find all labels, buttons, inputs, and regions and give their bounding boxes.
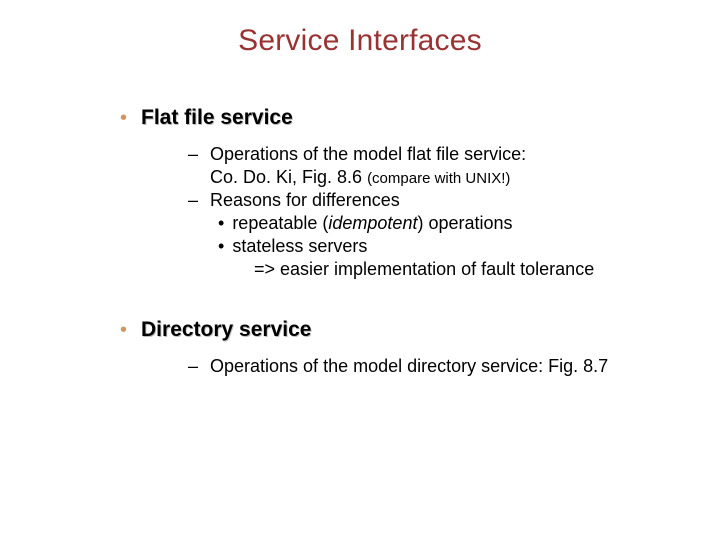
bullet-icon: • bbox=[218, 236, 224, 257]
bullet-icon: • bbox=[218, 213, 224, 234]
section-1-heading-row: • Flat file service bbox=[120, 106, 720, 130]
section-1-item-2: – Reasons for differences bbox=[188, 190, 720, 211]
section-2-heading-row: • Directory service bbox=[120, 318, 720, 342]
dash-icon: – bbox=[188, 356, 202, 377]
dash-icon: – bbox=[188, 190, 202, 211]
sub1-suffix: ) operations bbox=[417, 213, 512, 233]
bullet-icon: • bbox=[120, 320, 127, 340]
dash-icon: – bbox=[188, 144, 202, 165]
section-1-item-1: – Operations of the model flat file serv… bbox=[188, 144, 720, 165]
section-1-item-1-cont: Co. Do. Ki, Fig. 8.6 (compare with UNIX!… bbox=[210, 167, 720, 188]
section-2-heading: Directory service bbox=[141, 318, 311, 342]
slide-content: • Flat file service – Operations of the … bbox=[0, 58, 720, 377]
section-1-item-1-text: Operations of the model flat file servic… bbox=[210, 144, 526, 165]
cont-main: Co. Do. Ki, Fig. 8.6 bbox=[210, 167, 367, 187]
section-1-item-2-text: Reasons for differences bbox=[210, 190, 400, 211]
bullet-icon: • bbox=[120, 108, 127, 128]
section-1-sub-2: • stateless servers bbox=[218, 236, 720, 257]
section-1-heading: Flat file service bbox=[141, 106, 293, 130]
section-1-sub-1: • repeatable (idempotent) operations bbox=[218, 213, 720, 234]
section-2-item-1: – Operations of the model directory serv… bbox=[188, 356, 720, 377]
section-1-sub-1-text: repeatable (idempotent) operations bbox=[232, 213, 512, 234]
cont-small: (compare with UNIX!) bbox=[367, 170, 510, 187]
sub1-italic: idempotent bbox=[328, 213, 417, 233]
sub1-prefix: repeatable ( bbox=[232, 213, 328, 233]
slide-title: Service Interfaces bbox=[0, 0, 720, 58]
section-1-sub-2-line4: => easier implementation of fault tolera… bbox=[254, 259, 720, 280]
section-1-sub-2-text: stateless servers bbox=[232, 236, 367, 257]
section-2-item-1-text: Operations of the model directory servic… bbox=[210, 356, 608, 377]
